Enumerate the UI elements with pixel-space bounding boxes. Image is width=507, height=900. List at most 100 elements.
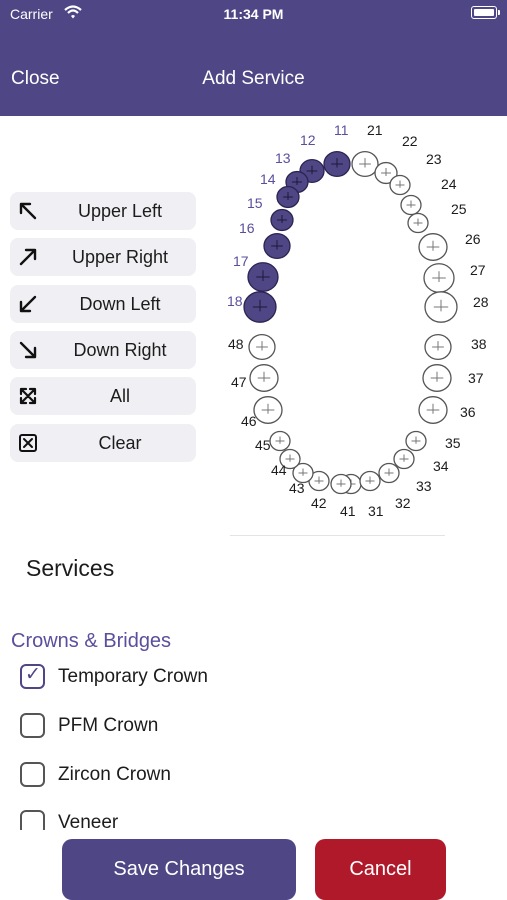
tooth-number-11: 11 xyxy=(334,122,349,138)
upper-right-label: Upper Right xyxy=(71,247,169,267)
checkbox[interactable] xyxy=(20,810,45,830)
tooth-number-23: 23 xyxy=(426,151,442,167)
tooth-number-16: 16 xyxy=(239,220,255,236)
tooth-35[interactable] xyxy=(405,430,427,452)
tooth-number-36: 36 xyxy=(460,404,476,420)
tooth-number-34: 34 xyxy=(433,458,449,474)
tooth-37[interactable] xyxy=(422,364,452,392)
tooth-38[interactable] xyxy=(424,333,452,360)
battery-icon xyxy=(471,6,497,19)
battery-tip xyxy=(498,10,500,15)
tooth-number-28: 28 xyxy=(473,294,489,310)
checkbox[interactable] xyxy=(20,713,45,738)
tooth-number-47: 47 xyxy=(231,374,247,390)
service-label: Zircon Crown xyxy=(58,764,171,785)
checkbox[interactable] xyxy=(20,762,45,787)
tooth-number-22: 22 xyxy=(402,133,418,149)
upper-left-button[interactable]: Upper Left xyxy=(10,192,196,230)
down-left-label: Down Left xyxy=(79,294,161,314)
tooth-number-38: 38 xyxy=(471,336,487,352)
tooth-number-15: 15 xyxy=(247,195,263,211)
tooth-number-26: 26 xyxy=(465,231,481,247)
clear-label: Clear xyxy=(98,433,142,453)
tooth-26[interactable] xyxy=(418,233,448,261)
tooth-number-37: 37 xyxy=(468,370,484,386)
tooth-number-46: 46 xyxy=(241,413,257,429)
tooth-15[interactable] xyxy=(270,208,294,232)
tooth-number-32: 32 xyxy=(395,495,411,511)
arrow-down-right-icon xyxy=(19,341,37,359)
tooth-number-33: 33 xyxy=(416,478,432,494)
tooth-number-21: 21 xyxy=(367,122,383,138)
tooth-25[interactable] xyxy=(407,212,429,234)
tooth-number-18: 18 xyxy=(227,293,243,309)
service-temporary-crown[interactable]: ✓ Temporary Crown xyxy=(20,664,380,694)
expand-all-icon xyxy=(19,387,37,405)
app-header: Carrier 11:34 PM Close Add Service xyxy=(0,0,507,116)
service-label: PFM Crown xyxy=(58,715,159,736)
tooth-33[interactable] xyxy=(378,462,400,484)
tooth-number-17: 17 xyxy=(233,253,249,269)
clear-box-icon xyxy=(19,434,37,452)
tooth-17[interactable] xyxy=(247,262,279,292)
upper-right-button[interactable]: Upper Right xyxy=(10,238,196,276)
tooth-28[interactable] xyxy=(424,291,458,323)
list-clip: Veneer xyxy=(0,810,507,830)
service-veneer[interactable]: Veneer xyxy=(20,810,380,830)
tooth-14[interactable] xyxy=(276,185,300,209)
tooth-number-41: 41 xyxy=(340,503,356,519)
tooth-number-35: 35 xyxy=(445,435,461,451)
tooth-41[interactable] xyxy=(330,473,352,495)
tooth-number-31: 31 xyxy=(368,503,384,519)
service-pfm-crown[interactable]: PFM Crown xyxy=(20,713,380,743)
tooth-chart: 11 12 13 14 15 16 17 18 21 22 23 24 25 26 27 28 31 32 3334… xyxy=(227,122,489,519)
tooth-23[interactable] xyxy=(389,174,411,196)
status-bar: Carrier 11:34 PM xyxy=(0,0,507,28)
tooth-32[interactable] xyxy=(359,470,381,492)
status-time: 11:34 PM xyxy=(223,6,284,22)
service-label: Veneer xyxy=(58,812,119,830)
tooth-number-25: 25 xyxy=(451,201,467,217)
section-divider xyxy=(230,535,445,536)
tooth-number-24: 24 xyxy=(441,176,457,192)
tooth-number-43: 43 xyxy=(289,480,305,496)
category-title: Crowns & Bridges xyxy=(11,630,172,652)
tooth-number-27: 27 xyxy=(470,262,486,278)
tooth-number-48: 48 xyxy=(228,336,244,352)
down-right-label: Down Right xyxy=(73,340,167,360)
save-changes-button[interactable]: Save Changes xyxy=(62,839,296,900)
tooth-21[interactable] xyxy=(351,150,379,178)
service-label: Temporary Crown xyxy=(58,666,208,687)
tooth-11[interactable] xyxy=(323,150,351,178)
service-zircon-crown[interactable]: Zircon Crown xyxy=(20,762,380,792)
tooth-45[interactable] xyxy=(269,430,291,452)
checkmark-icon: ✓ xyxy=(25,664,41,685)
all-button[interactable]: All xyxy=(10,377,196,415)
tooth-number-13: 13 xyxy=(275,150,291,166)
tooth-number-44: 44 xyxy=(271,462,287,478)
tooth-27[interactable] xyxy=(423,263,455,293)
services-title: Services xyxy=(26,555,115,581)
down-left-button[interactable]: Down Left xyxy=(10,285,196,323)
clear-button[interactable]: Clear xyxy=(10,424,196,462)
tooth-24[interactable] xyxy=(400,194,422,216)
arrow-up-left-icon xyxy=(19,202,37,220)
tooth-16[interactable] xyxy=(263,233,291,260)
arrow-up-right-icon xyxy=(19,248,37,266)
cancel-button[interactable]: Cancel xyxy=(315,839,446,900)
checkbox-checked[interactable]: ✓ xyxy=(20,664,45,689)
tooth-number-12: 12 xyxy=(300,132,316,148)
tooth-47[interactable] xyxy=(249,364,279,392)
page-title: Add Service xyxy=(202,68,305,89)
tooth-18[interactable] xyxy=(243,291,277,323)
tooth-number-45: 45 xyxy=(255,437,271,453)
tooth-34[interactable] xyxy=(393,448,415,470)
upper-left-label: Upper Left xyxy=(77,201,163,221)
tooth-number-14: 14 xyxy=(260,171,276,187)
tooth-number-42: 42 xyxy=(311,495,327,511)
tooth-48[interactable] xyxy=(248,333,276,360)
down-right-button[interactable]: Down Right xyxy=(10,331,196,369)
all-label: All xyxy=(109,386,130,406)
tooth-46[interactable] xyxy=(253,396,283,424)
tooth-36[interactable] xyxy=(418,396,448,424)
